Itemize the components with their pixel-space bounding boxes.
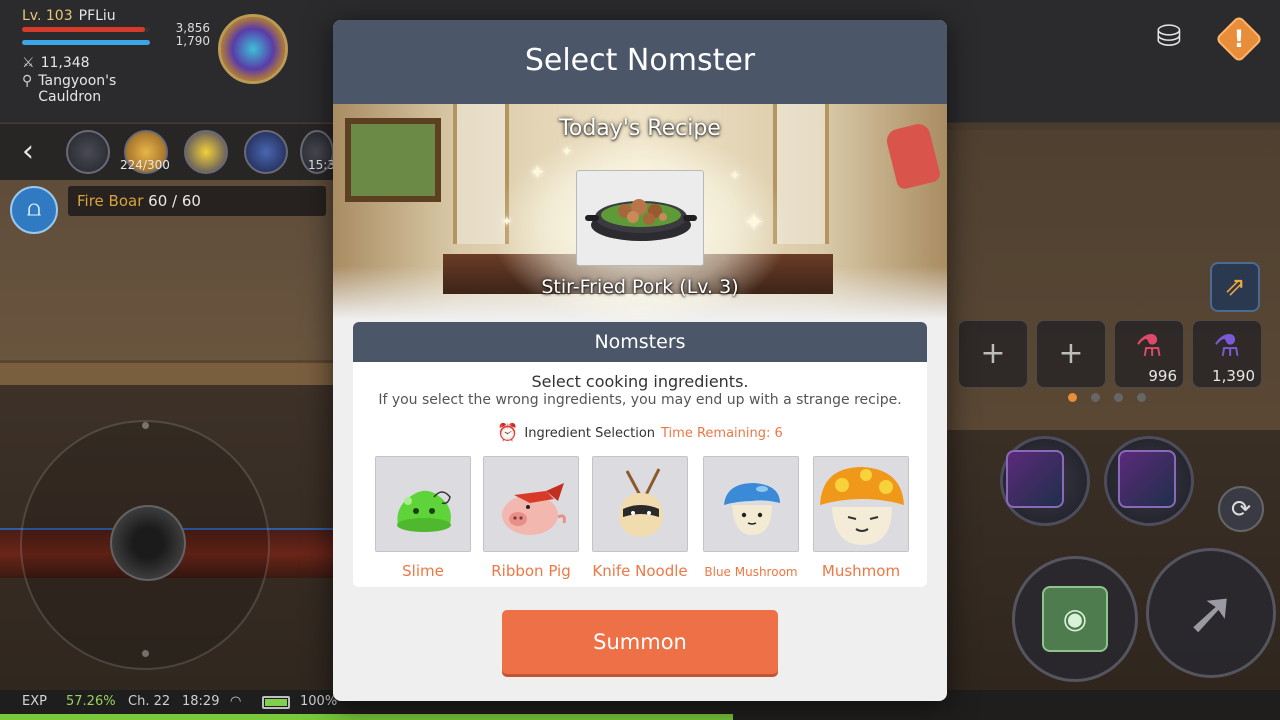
quest-target: Fire Boar bbox=[77, 192, 144, 210]
alarm-clock-icon: ⏰ bbox=[497, 423, 519, 443]
wifi-icon: ◠ bbox=[230, 694, 242, 709]
combat-power-value: 11,348 bbox=[40, 55, 90, 71]
battery-percent: 100% bbox=[300, 694, 338, 709]
nomsters-panel-title: Nomsters bbox=[353, 322, 927, 362]
ingredient-ribbon-pig[interactable]: Ribbon Pig bbox=[476, 456, 586, 580]
blue-potion-icon: ⚗ bbox=[1213, 329, 1241, 364]
recipe-name: Stir-Fried Pork (Lv. 3) bbox=[541, 276, 739, 298]
sparkle-icon: ✦ bbox=[729, 168, 741, 184]
warning-text: If you select the wrong ingredients, you… bbox=[378, 392, 902, 408]
ingredient-list: Slime Ribbon Pig Knife Noodle Blue Mushr… bbox=[353, 456, 927, 584]
select-nomster-dialog: Select Nomster ✦ ✦ ✦ ✦ ✦ Today's Recipe bbox=[333, 20, 947, 701]
quest-progress: 60 / 60 bbox=[148, 192, 201, 210]
timer-remaining: Time Remaining: 6 bbox=[661, 425, 783, 441]
exp-label: EXP bbox=[22, 694, 47, 709]
ingredient-knife-noodle[interactable]: Knife Noodle bbox=[585, 456, 695, 580]
joystick-dot-up bbox=[142, 422, 149, 429]
quickslot-page-dots[interactable] bbox=[1068, 393, 1146, 402]
todays-recipe-heading: Today's Recipe bbox=[559, 116, 721, 141]
ingredient-label: Knife Noodle bbox=[592, 562, 688, 580]
guild-emblem-icon[interactable] bbox=[218, 14, 288, 84]
ingredient-label: Slime bbox=[402, 562, 444, 580]
summon-button[interactable]: Summon bbox=[502, 610, 778, 674]
player-name: PFLiu bbox=[78, 8, 116, 24]
share-icon[interactable]: ⇗ bbox=[1210, 262, 1260, 312]
exclamation-icon: ! bbox=[1233, 25, 1245, 53]
red-potion-icon: ⚗ bbox=[1135, 329, 1163, 364]
crossed-swords-icon: ⚔ bbox=[22, 55, 35, 71]
ribbon-pig-icon bbox=[502, 483, 566, 535]
dialog-title: Select Nomster bbox=[333, 20, 947, 104]
hp-bar: 3,856 bbox=[22, 21, 210, 35]
mushmom-icon bbox=[820, 467, 904, 545]
alarm-clock-icon[interactable] bbox=[66, 130, 110, 174]
location: ⚲ Tangyoon's Cauldron bbox=[22, 73, 202, 105]
quickslot-hp-potion[interactable]: ⚗ 996 bbox=[1114, 320, 1184, 388]
ingredient-label: Blue Mushroom bbox=[704, 565, 798, 579]
knife-noodle-icon bbox=[619, 468, 663, 537]
hp-potion-count: 996 bbox=[1148, 367, 1177, 385]
add-slot-icon: + bbox=[1058, 336, 1084, 371]
ingredient-slot[interactable] bbox=[592, 456, 688, 552]
ingredient-blue-mushroom[interactable]: Blue Mushroom bbox=[696, 456, 806, 582]
quest-tracker[interactable]: Fire Boar 60 / 60 bbox=[68, 186, 326, 216]
inventory-bag-icon[interactable]: ⛁ bbox=[1146, 14, 1192, 60]
battery-icon bbox=[262, 696, 290, 709]
mp-potion-count: 1,390 bbox=[1212, 367, 1255, 385]
location-name: Tangyoon's Cauldron bbox=[38, 73, 117, 105]
ingredient-mushmom[interactable]: Mushmom bbox=[806, 456, 916, 580]
eye-skill-icon: ◉ bbox=[1042, 586, 1108, 652]
combat-power: ⚔ 11,348 bbox=[22, 55, 202, 71]
sparkle-icon: ✦ bbox=[529, 160, 546, 184]
skill-rune-icon bbox=[1006, 450, 1064, 508]
channel[interactable]: Ch. 22 bbox=[128, 690, 170, 714]
skill-dark-icon bbox=[1118, 450, 1176, 508]
ingredient-label: Ribbon Pig bbox=[491, 562, 571, 580]
sparkle-icon: ✦ bbox=[743, 208, 765, 238]
medal-counter: 224/300 bbox=[120, 158, 170, 172]
timer-label: Ingredient Selection bbox=[524, 425, 656, 441]
clock-time: 18:29 bbox=[182, 694, 220, 709]
quickslot-1[interactable]: + bbox=[958, 320, 1028, 388]
slime-icon bbox=[397, 490, 451, 532]
party-icon[interactable]: ⩍ bbox=[10, 186, 58, 234]
recipe-banner: ✦ ✦ ✦ ✦ ✦ Today's Recipe Stir-Fried Pork… bbox=[333, 104, 947, 320]
stir-fried-pork-icon bbox=[585, 199, 697, 241]
ingredient-label: Mushmom bbox=[821, 562, 901, 580]
ingredient-slot[interactable] bbox=[813, 456, 909, 552]
recipe-image bbox=[576, 170, 704, 266]
buff-character-icon[interactable] bbox=[184, 130, 228, 174]
sparkle-icon: ✦ bbox=[561, 144, 573, 160]
joystick-dot-down bbox=[142, 650, 149, 657]
ingredient-slime[interactable]: Slime bbox=[368, 456, 478, 580]
instruction-text: Select cooking ingredients. bbox=[531, 372, 749, 391]
ingredient-slot[interactable] bbox=[703, 456, 799, 552]
refresh-icon[interactable]: ⟳ bbox=[1218, 486, 1264, 532]
nomsters-panel: Nomsters Select cooking ingredients. If … bbox=[353, 322, 927, 587]
mp-value: 1,790 bbox=[175, 34, 210, 48]
event-castle-icon[interactable] bbox=[244, 130, 288, 174]
sparkle-icon: ✦ bbox=[501, 214, 513, 230]
mp-bar: 1,790 bbox=[22, 34, 210, 48]
exp-progress-bar bbox=[0, 714, 733, 720]
hp-value: 3,856 bbox=[175, 21, 210, 35]
event-timer: 15:3 bbox=[308, 158, 335, 172]
joystick-knob[interactable] bbox=[110, 505, 186, 581]
add-slot-icon: + bbox=[980, 336, 1006, 371]
chevron-left-icon[interactable]: ‹ bbox=[22, 132, 34, 172]
blue-mushroom-icon bbox=[724, 483, 780, 535]
player-info[interactable]: Lv. 103 PFLiu 3,856 1,790 ⚔ 11,348 ⚲ Tan… bbox=[22, 8, 210, 105]
quickslot-2[interactable]: + bbox=[1036, 320, 1106, 388]
jump-arrow-icon[interactable]: ➚ bbox=[1146, 548, 1276, 678]
ingredient-slot[interactable] bbox=[375, 456, 471, 552]
quickslot-mp-potion[interactable]: ⚗ 1,390 bbox=[1192, 320, 1262, 388]
player-level: Lv. 103 bbox=[22, 8, 73, 24]
ingredient-slot[interactable] bbox=[483, 456, 579, 552]
exp-percent: 57.26% bbox=[66, 694, 116, 709]
location-pin-icon: ⚲ bbox=[22, 73, 33, 89]
ingredient-timer: ⏰ Ingredient Selection Time Remaining: 6 bbox=[353, 423, 927, 443]
